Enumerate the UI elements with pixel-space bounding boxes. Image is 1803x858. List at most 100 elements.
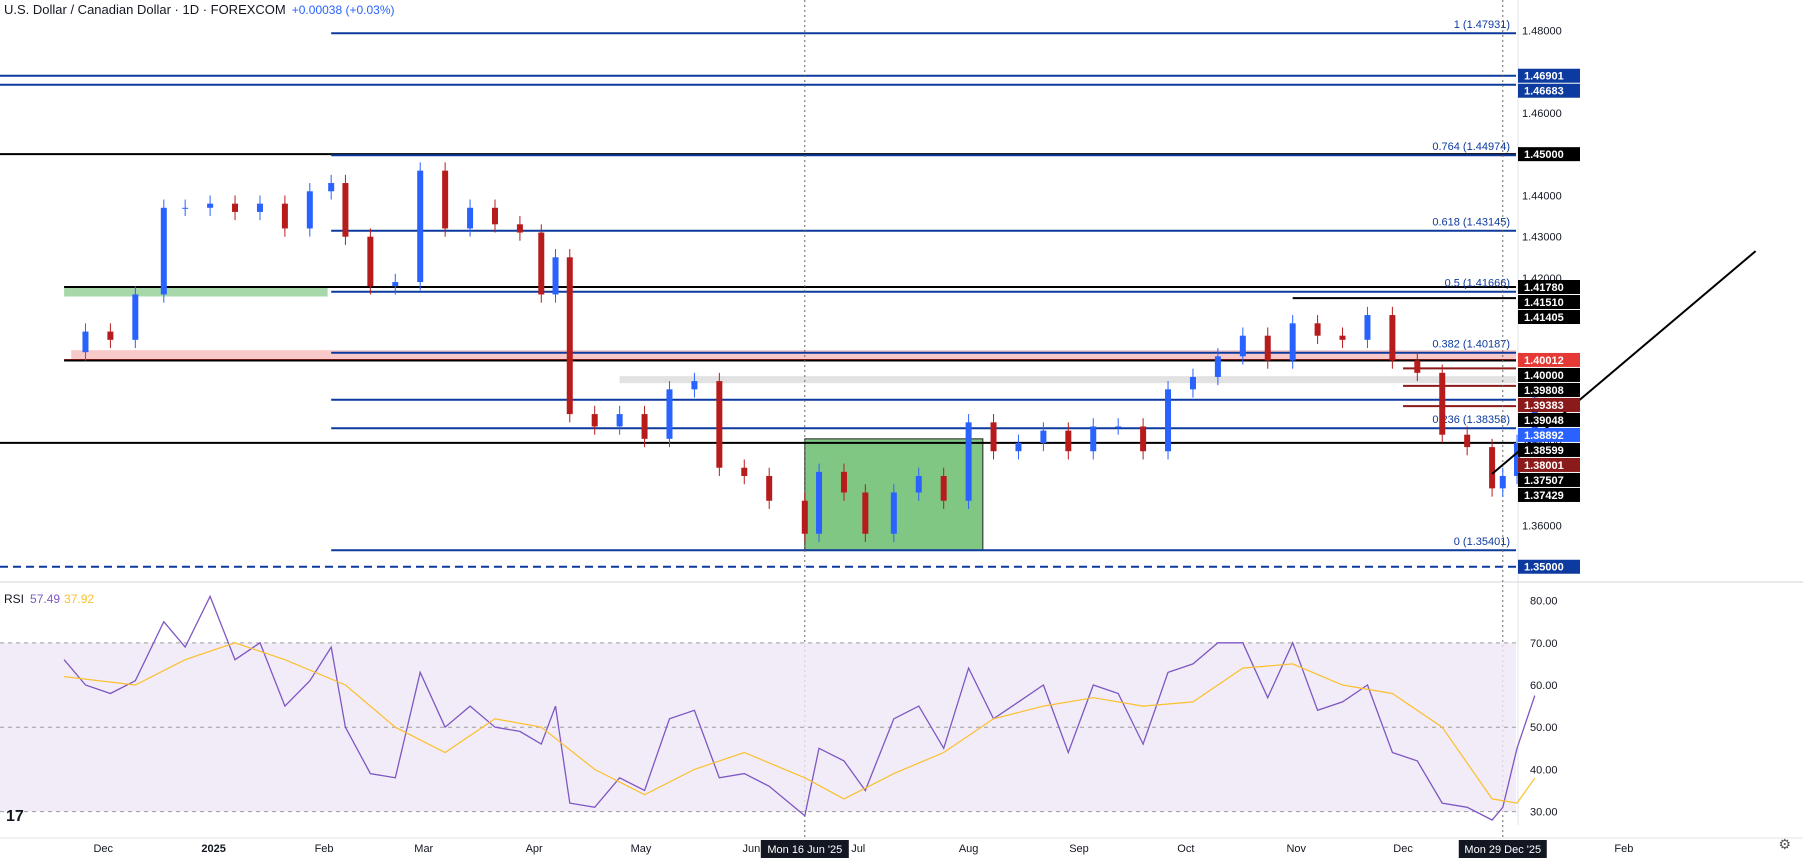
- price-label: 1.38892: [1524, 430, 1564, 442]
- candle-body: [591, 414, 598, 427]
- x-tick-label: Feb: [315, 843, 334, 855]
- candle-body: [1165, 389, 1172, 452]
- fib-label: 0 (1.35401): [1454, 536, 1510, 548]
- candle-body: [1040, 430, 1047, 443]
- fib-label: 0.618 (1.43145): [1432, 217, 1510, 229]
- y-tick-label: 1.43000: [1522, 232, 1562, 244]
- candle-body: [1289, 323, 1296, 361]
- zone: [71, 350, 1516, 361]
- candle-body: [766, 475, 773, 501]
- rsi-tick-label: 70.00: [1530, 638, 1558, 650]
- price-label: 1.40000: [1524, 370, 1564, 382]
- candle-body: [691, 381, 698, 390]
- y-tick-label: 1.36000: [1522, 520, 1562, 532]
- candle-body: [182, 207, 189, 209]
- price-change: +0.00038 (+0.03%): [291, 3, 395, 17]
- candle-body: [367, 236, 374, 287]
- zone: [619, 376, 1516, 384]
- gear-icon[interactable]: ⚙: [1778, 836, 1791, 853]
- candle-body: [915, 475, 922, 493]
- candle-body: [666, 389, 673, 439]
- candle-body: [417, 170, 424, 283]
- x-tick-label: Jun: [743, 843, 761, 855]
- rsi-tick-label: 60.00: [1530, 680, 1558, 692]
- crosshair-label: Mon 29 Dec '25: [1464, 844, 1541, 856]
- symbol-title: U.S. Dollar / Canadian Dollar · 1D · FOR…: [4, 2, 286, 17]
- y-tick-label: 1.44000: [1522, 190, 1562, 202]
- candle-body: [256, 203, 263, 212]
- price-label: 1.37429: [1524, 490, 1564, 502]
- rsi-ma-value: 37.92: [64, 592, 95, 606]
- y-tick-label: 1.46000: [1522, 108, 1562, 120]
- candle-body: [741, 467, 748, 476]
- candle-body: [1414, 360, 1421, 373]
- candle-body: [82, 331, 89, 353]
- candle-body: [1499, 475, 1506, 489]
- candle-body: [990, 422, 997, 452]
- price-label: 1.41405: [1524, 312, 1564, 324]
- price-label: 1.37507: [1524, 475, 1564, 487]
- rsi-tick-label: 40.00: [1530, 764, 1558, 776]
- candle-body: [1364, 315, 1371, 340]
- candle-body: [1239, 335, 1246, 357]
- candle-body: [1464, 434, 1471, 448]
- x-tick-label: Nov: [1286, 843, 1306, 855]
- price-label: 1.41780: [1524, 282, 1564, 294]
- x-tick-label: Aug: [959, 843, 979, 855]
- x-tick-label: Dec: [93, 843, 113, 855]
- price-label: 1.38599: [1524, 445, 1564, 457]
- candle-body: [965, 422, 972, 501]
- candle-body: [342, 183, 349, 237]
- price-label: 1.39808: [1524, 385, 1564, 397]
- x-tick-label: 2025: [201, 843, 225, 855]
- candle-body: [538, 232, 545, 295]
- fib-label: 0.5 (1.41666): [1445, 278, 1510, 290]
- candle-body: [232, 203, 239, 212]
- candle-body: [132, 294, 139, 340]
- candle-body: [862, 492, 869, 534]
- candle-body: [1439, 372, 1446, 435]
- crosshair-label: Mon 16 Jun '25: [767, 844, 842, 856]
- candle-body: [801, 500, 808, 534]
- candle-body: [1339, 335, 1346, 340]
- candle-body: [940, 475, 947, 501]
- chart-header: U.S. Dollar / Canadian Dollar · 1D · FOR…: [4, 2, 395, 17]
- candle-body: [616, 414, 623, 427]
- price-label: 1.40012: [1524, 355, 1564, 367]
- rsi-label: RSI: [4, 592, 25, 606]
- rsi-header: RSI 57.49 37.92: [4, 592, 94, 606]
- candle-body: [1389, 315, 1396, 361]
- candle-body: [1189, 376, 1196, 390]
- candle-body: [641, 414, 648, 439]
- candle-body: [1090, 426, 1097, 452]
- candle-body: [716, 381, 723, 468]
- x-tick-label: Oct: [1177, 843, 1194, 855]
- price-label: 1.45000: [1524, 149, 1564, 161]
- rsi-value: 57.49: [30, 592, 61, 606]
- x-tick-label: Sep: [1069, 843, 1089, 855]
- x-tick-label: Jul: [851, 843, 865, 855]
- candle-body: [1314, 323, 1321, 336]
- candle-body: [207, 203, 214, 208]
- candle-body: [392, 282, 399, 287]
- candle-body: [442, 170, 449, 229]
- candle-body: [1214, 356, 1221, 377]
- price-label: 1.46901: [1524, 71, 1564, 83]
- price-label: 1.35000: [1524, 562, 1564, 574]
- candle-body: [160, 207, 167, 295]
- candle-body: [328, 183, 335, 192]
- rsi-tick-label: 50.00: [1530, 722, 1558, 734]
- candle-body: [516, 224, 523, 233]
- candle-body: [107, 331, 114, 340]
- candle-body: [467, 207, 474, 229]
- tradingview-logo[interactable]: 17: [6, 808, 24, 826]
- forex-chart[interactable]: 1 (1.47931) 0.764 (1.44974) 0.618 (1.43145…: [0, 0, 1803, 858]
- candle-body: [840, 471, 847, 493]
- price-label: 1.39048: [1524, 415, 1564, 427]
- rsi-tick-label: 80.00: [1530, 596, 1558, 608]
- x-tick-label: Feb: [1614, 843, 1633, 855]
- candle-body: [1015, 442, 1022, 452]
- candle-body: [566, 257, 573, 415]
- y-tick-label: 1.48000: [1522, 25, 1562, 37]
- x-tick-label: Dec: [1393, 843, 1413, 855]
